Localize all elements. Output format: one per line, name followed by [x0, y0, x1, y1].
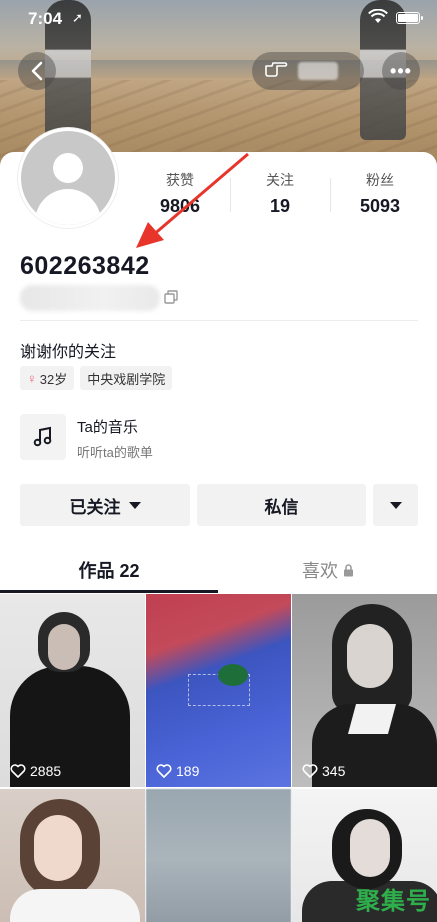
stat-value: 19 [269, 196, 291, 216]
heart-icon [156, 764, 172, 778]
poke-button[interactable] [252, 52, 364, 90]
age-text: 32岁 [39, 371, 68, 387]
music-entry[interactable]: Ta的音乐 听听ta的歌单 [20, 414, 280, 462]
video-thumbnail[interactable]: 345 [292, 594, 437, 787]
avatar-placeholder-body [35, 189, 101, 225]
video-like-count: 2885 [10, 763, 61, 779]
wifi-icon [368, 8, 388, 29]
stat-followers[interactable]: 粉丝 5093 [330, 170, 430, 220]
profile-username: 602263842 [20, 252, 150, 280]
video-thumbnail[interactable] [0, 789, 145, 922]
blurred-account-id [20, 285, 160, 311]
thumb-face [350, 819, 390, 877]
content-tabs: 作品 22 喜欢 [0, 546, 437, 594]
stat-label: 获赞 [166, 172, 194, 188]
video-thumbnail[interactable]: 2885 [0, 594, 145, 787]
like-count-text: 2885 [30, 763, 62, 779]
avatar[interactable] [18, 128, 118, 228]
like-count-text: 189 [176, 763, 200, 779]
profile-actions: 已关注 私信 [20, 484, 418, 526]
divider [20, 320, 418, 321]
watermark-logo: 聚集号 [356, 888, 431, 915]
following-label: 已关注 [69, 497, 121, 517]
video-like-count: 189 [156, 763, 199, 779]
status-bar: 7:04 ➚ [0, 0, 437, 40]
tab-works[interactable]: 作品 22 [0, 546, 218, 594]
stat-label: 粉丝 [366, 172, 394, 188]
profile-stats: 获赞 9806 关注 19 粉丝 5093 [130, 170, 430, 220]
thumb-face [347, 624, 393, 688]
status-time: 7:04 [28, 9, 63, 28]
thumb-beetle [218, 664, 248, 686]
lock-icon [344, 563, 353, 576]
profile-tags: ♀ 32岁 中央戏剧学院 [20, 366, 173, 390]
pointing-hand-icon [264, 60, 288, 83]
location-arrow-icon: ➚ [72, 10, 83, 25]
tab-likes[interactable]: 喜欢 [219, 546, 437, 594]
heart-icon [302, 764, 318, 778]
music-title: Ta的音乐 [77, 419, 138, 436]
copy-icon[interactable] [164, 290, 178, 309]
recommend-dropdown-button[interactable] [373, 484, 418, 526]
video-thumbnail[interactable] [146, 789, 291, 922]
blurred-label [298, 62, 338, 80]
thumb-shirt [10, 889, 140, 922]
back-button[interactable] [18, 52, 56, 90]
caret-down-icon [128, 501, 141, 509]
avatar-placeholder-head [53, 153, 83, 183]
battery-icon [396, 12, 423, 24]
chevron-left-icon [31, 61, 43, 81]
video-grid: 2885 189 345 [0, 594, 437, 922]
thumb-face [48, 624, 80, 670]
female-icon: ♀ [27, 370, 37, 386]
music-note-icon [20, 414, 66, 460]
more-options-button[interactable]: ••• [382, 52, 420, 90]
tab-likes-label: 喜欢 [302, 561, 338, 581]
profile-bio: 谢谢你的关注 [20, 344, 117, 361]
like-count-text: 345 [322, 763, 346, 779]
caret-down-icon [389, 501, 402, 509]
stat-value: 5093 [359, 196, 401, 216]
message-label: 私信 [264, 497, 299, 517]
video-thumbnail[interactable]: 189 [146, 594, 291, 787]
stat-likes-received[interactable]: 获赞 9806 [130, 170, 230, 220]
stat-label: 关注 [266, 172, 294, 188]
school-tag[interactable]: 中央戏剧学院 [80, 366, 173, 390]
stat-following[interactable]: 关注 19 [230, 170, 330, 220]
message-button[interactable]: 私信 [197, 484, 366, 526]
stat-value: 9806 [159, 196, 201, 216]
following-button[interactable]: 已关注 [20, 484, 190, 526]
video-like-count: 345 [302, 763, 345, 779]
heart-icon [10, 764, 26, 778]
more-dots-icon: ••• [390, 60, 412, 81]
active-tab-indicator [0, 590, 218, 593]
age-tag: ♀ 32岁 [20, 366, 75, 390]
tab-works-label: 作品 22 [78, 561, 140, 581]
thumb-collar [347, 704, 397, 734]
school-text: 中央戏剧学院 [87, 371, 166, 387]
music-subtitle: 听听ta的歌单 [77, 445, 153, 460]
thumb-face [34, 815, 82, 881]
